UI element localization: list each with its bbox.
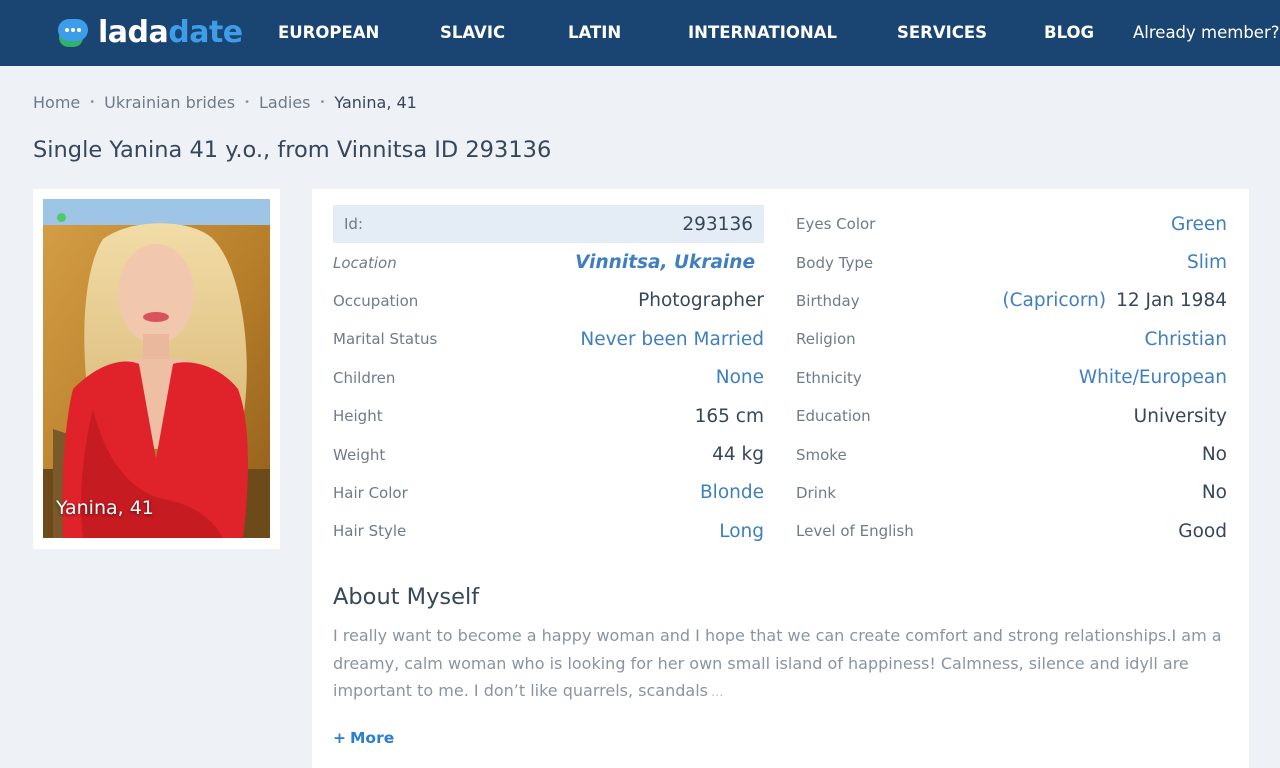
detail-label: Body Type xyxy=(796,253,874,272)
breadcrumb-separator: • xyxy=(244,96,250,108)
logo-text-date: date xyxy=(168,15,243,50)
nav-slavic[interactable]: SLAVIC xyxy=(440,21,505,45)
logo-wordmark: ladadate xyxy=(98,15,243,51)
detail-label: Education xyxy=(796,407,871,426)
online-status-indicator xyxy=(57,213,66,222)
zodiac-bracket-open: ( xyxy=(1002,290,1010,312)
detail-label: Religion xyxy=(796,330,856,349)
detail-row-hair-color: Hair Color Blonde xyxy=(333,474,764,512)
detail-value-english-level: Good xyxy=(1178,520,1227,542)
breadcrumb-current: Yanina, 41 xyxy=(334,92,417,112)
detail-label: Hair Style xyxy=(333,522,407,541)
chat-bubbles-icon xyxy=(57,17,91,49)
profile-details-panel: Id: 293136 Location Vinnitsa, Ukraine Oc… xyxy=(312,189,1249,768)
detail-label: Level of English xyxy=(796,522,914,541)
detail-row-children: Children None xyxy=(333,359,764,397)
plus-icon: + xyxy=(333,729,346,747)
detail-row-weight: Weight 44 kg xyxy=(333,435,764,473)
detail-value-weight: 44 kg xyxy=(712,444,764,466)
detail-value-marital-status-link[interactable]: Never been Married xyxy=(580,329,764,350)
birth-date: 12 Jan 1984 xyxy=(1116,290,1227,312)
detail-label: Occupation xyxy=(333,291,419,310)
detail-row-ethnicity: Ethnicity White/European xyxy=(796,359,1227,397)
already-member-link[interactable]: Already member? xyxy=(1133,21,1280,45)
breadcrumb-home[interactable]: Home xyxy=(33,93,80,112)
detail-row-location: Location Vinnitsa, Ukraine xyxy=(333,243,764,281)
detail-row-smoke: Smoke No xyxy=(796,435,1227,473)
photo-caption: Yanina, 41 xyxy=(56,497,154,519)
detail-row-hair-style: Hair Style Long xyxy=(333,512,764,550)
detail-label: Smoke xyxy=(796,445,847,464)
profile-details-left: Id: 293136 Location Vinnitsa, Ukraine Oc… xyxy=(333,205,764,551)
about-myself-heading: About Myself xyxy=(333,584,480,610)
detail-row-english-level: Level of English Good xyxy=(796,512,1227,550)
detail-row-height: Height 165 cm xyxy=(333,397,764,435)
detail-value-eyes-color-link[interactable]: Green xyxy=(1171,214,1227,235)
profile-photo-card: Yanina, 41 xyxy=(33,189,280,549)
detail-label: Id: xyxy=(344,215,363,234)
breadcrumb: Home • Ukrainian brides • Ladies • Yanin… xyxy=(33,90,417,114)
detail-row-eyes-color: Eyes Color Green xyxy=(796,205,1227,243)
breadcrumb-separator: • xyxy=(89,96,96,108)
detail-label: Children xyxy=(333,368,396,387)
lada-date-logo[interactable]: ladadate xyxy=(57,15,243,51)
detail-row-birthday: Birthday (Capricorn) 12 Jan 1984 xyxy=(796,282,1227,320)
zodiac-bracket-close: ) xyxy=(1098,290,1107,312)
detail-row-body-type: Body Type Slim xyxy=(796,243,1227,281)
detail-value-ethnicity-link[interactable]: White/European xyxy=(1079,367,1227,388)
detail-label: Ethnicity xyxy=(796,368,862,387)
about-myself-text: I really want to become a happy woman an… xyxy=(333,622,1223,707)
detail-value-occupation: Photographer xyxy=(638,290,764,312)
breadcrumb-separator: • xyxy=(319,96,326,108)
nav-european[interactable]: EUROPEAN xyxy=(278,21,379,45)
detail-row-drink: Drink No xyxy=(796,474,1227,512)
detail-label: Hair Color xyxy=(333,483,408,502)
detail-value-body-type-link[interactable]: Slim xyxy=(1187,252,1227,273)
zodiac-sign-link[interactable]: Capricorn xyxy=(1010,290,1099,311)
detail-value-smoke: No xyxy=(1201,444,1227,466)
detail-row-occupation: Occupation Photographer xyxy=(333,282,764,320)
nav-services[interactable]: SERVICES xyxy=(897,21,987,45)
detail-label: Drink xyxy=(796,483,837,502)
show-more-button[interactable]: + More xyxy=(333,729,394,747)
detail-label: Location xyxy=(333,253,397,272)
detail-row-religion: Religion Christian xyxy=(796,320,1227,358)
profile-photo-illustration xyxy=(43,199,270,538)
show-more-label: More xyxy=(350,729,395,747)
breadcrumb-ukrainian-brides[interactable]: Ukrainian brides xyxy=(104,93,235,112)
detail-value-children-link[interactable]: None xyxy=(716,367,764,388)
profile-details-right: Eyes Color Green Body Type Slim Birthday… xyxy=(796,205,1227,551)
detail-row-id: Id: 293136 xyxy=(333,205,764,244)
page-title: Single Yanina 41 y.o., from Vinnitsa ID … xyxy=(33,137,552,163)
detail-value-hair-color-link[interactable]: Blonde xyxy=(700,482,764,503)
detail-value-drink: No xyxy=(1201,482,1227,504)
detail-value-religion-link[interactable]: Christian xyxy=(1145,329,1227,350)
detail-value-id: 293136 xyxy=(682,213,753,235)
about-text-ellipsis: ... xyxy=(710,685,724,700)
nav-blog[interactable]: BLOG xyxy=(1044,21,1094,45)
detail-label: Height xyxy=(333,407,383,426)
detail-value-height: 165 cm xyxy=(694,405,764,427)
about-text-body: I really want to become a happy woman an… xyxy=(333,626,1222,700)
detail-row-marital-status: Marital Status Never been Married xyxy=(333,320,764,358)
detail-label: Marital Status xyxy=(333,330,438,349)
nav-international[interactable]: INTERNATIONAL xyxy=(688,21,837,45)
logo-text-lada: lada xyxy=(98,15,169,50)
detail-label: Weight xyxy=(333,445,386,464)
detail-value-birthday: (Capricorn) 12 Jan 1984 xyxy=(1002,290,1227,311)
detail-value-hair-style-link[interactable]: Long xyxy=(719,521,764,542)
profile-photo[interactable]: Yanina, 41 xyxy=(43,199,270,538)
top-navigation-bar: ladadate EUROPEAN SLAVIC LATIN INTERNATI… xyxy=(0,0,1280,66)
detail-value-location-link[interactable]: Vinnitsa, Ukraine xyxy=(575,252,755,273)
detail-label: Birthday xyxy=(796,291,860,310)
detail-label: Eyes Color xyxy=(796,215,876,234)
breadcrumb-ladies[interactable]: Ladies xyxy=(259,93,311,112)
detail-row-education: Education University xyxy=(796,397,1227,435)
detail-value-education: University xyxy=(1133,405,1227,427)
nav-latin[interactable]: LATIN xyxy=(568,21,621,45)
